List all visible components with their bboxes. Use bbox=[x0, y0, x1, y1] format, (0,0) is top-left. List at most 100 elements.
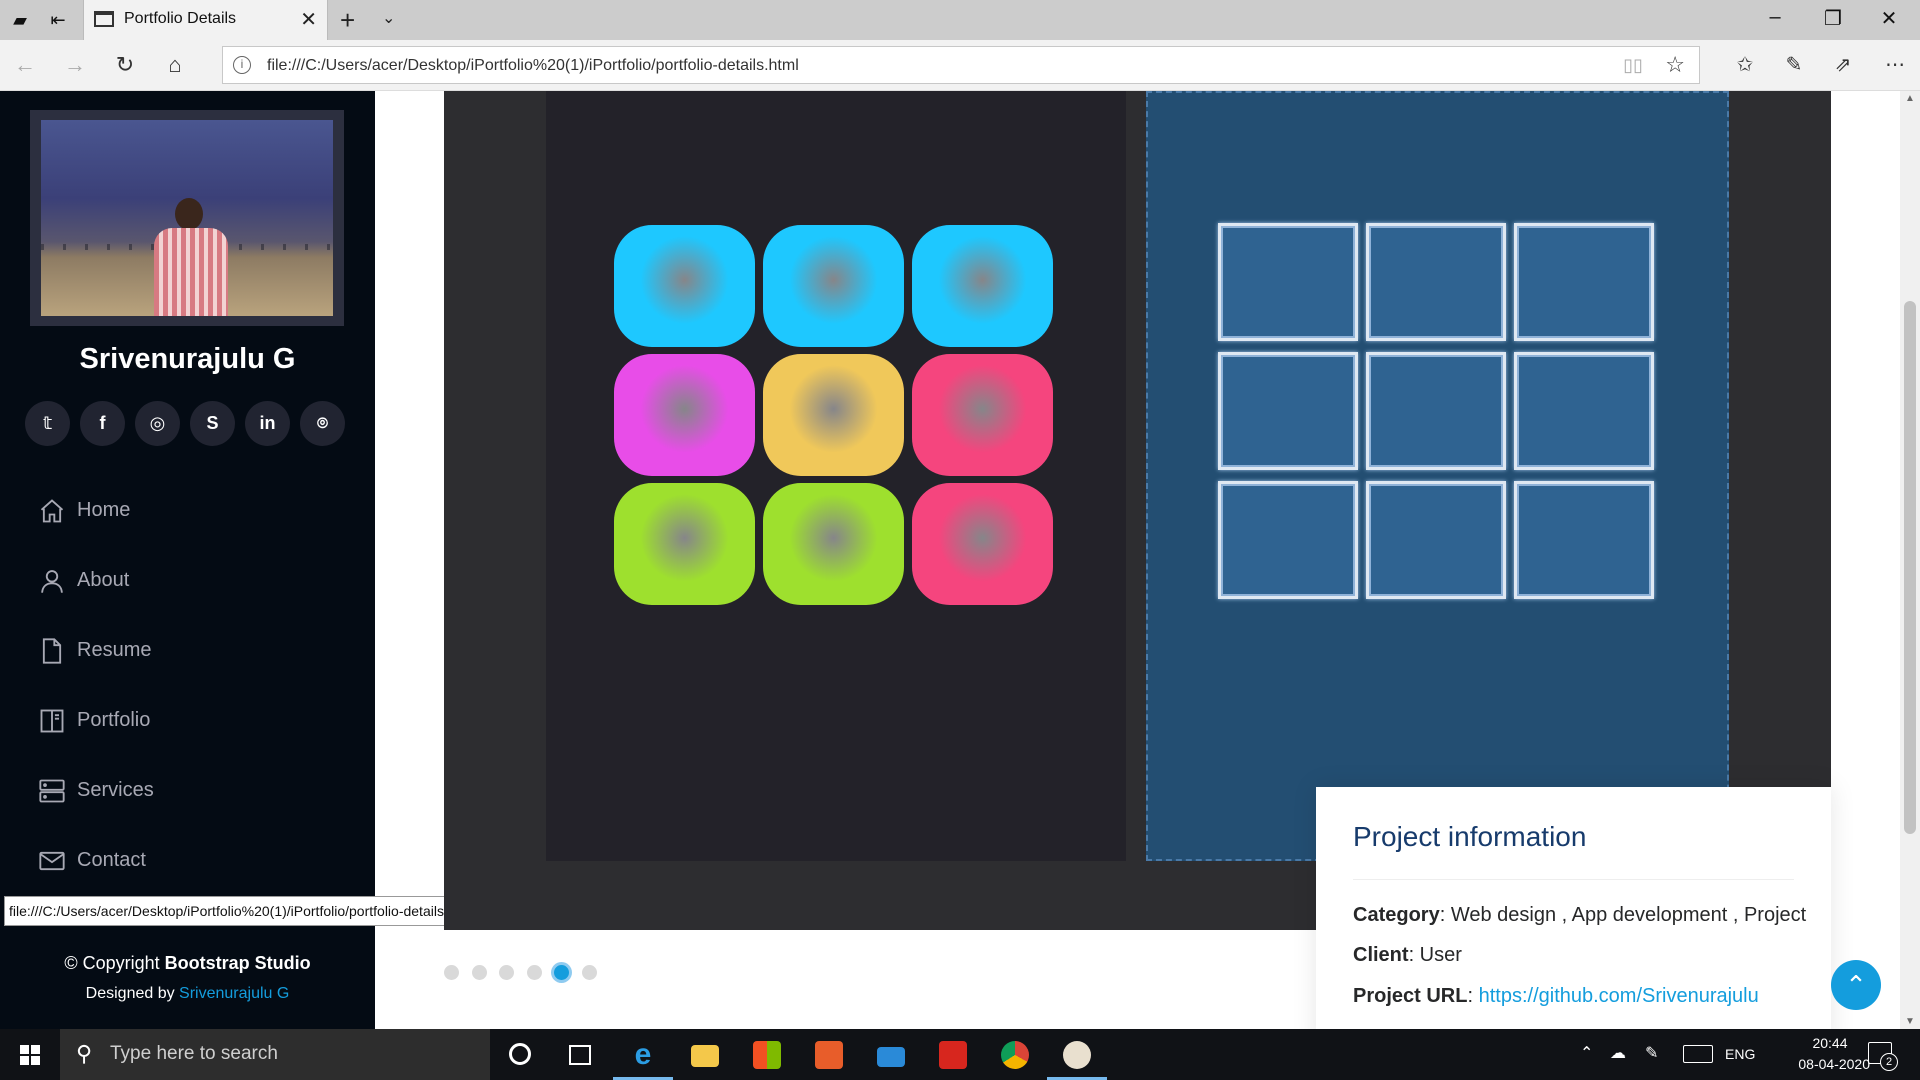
github-icon[interactable]: ⌾ bbox=[300, 401, 345, 446]
touch-keyboard-icon[interactable] bbox=[1683, 1045, 1713, 1063]
launchpad-pad bbox=[912, 483, 1053, 605]
address-bar: ← → ↻ ⌂ i file:///C:/Users/acer/Desktop/… bbox=[0, 40, 1920, 91]
restore-icon[interactable]: ❐ bbox=[1813, 6, 1853, 31]
book-icon bbox=[40, 709, 64, 733]
search-placeholder: Type here to search bbox=[110, 1043, 278, 1064]
pen-icon[interactable]: ✎ bbox=[1645, 1043, 1658, 1063]
edge-icon[interactable]: e bbox=[613, 1029, 673, 1080]
scroll-up-icon[interactable]: ▲ bbox=[1900, 93, 1920, 104]
blueprint-cell bbox=[1218, 481, 1358, 599]
launchpad-blueprint-image bbox=[1146, 91, 1729, 861]
back-to-top-button[interactable]: ⌃ bbox=[1831, 960, 1881, 1010]
carousel-dot[interactable] bbox=[554, 965, 569, 980]
reading-view-icon[interactable]: ▯▯ bbox=[1623, 55, 1643, 76]
nav-label: Services bbox=[77, 779, 154, 801]
tab-sets-icon[interactable]: ▰ bbox=[8, 8, 32, 32]
tray-expand-icon[interactable]: ⌃ bbox=[1580, 1043, 1593, 1063]
refresh-icon[interactable]: ↻ bbox=[110, 52, 140, 78]
favorite-star-icon[interactable]: ☆ bbox=[1665, 52, 1685, 78]
blueprint-cell bbox=[1366, 223, 1506, 341]
new-tab-icon[interactable]: + bbox=[340, 5, 355, 36]
file-explorer-icon[interactable] bbox=[675, 1029, 735, 1080]
cortana-icon[interactable] bbox=[490, 1029, 550, 1080]
info-icon[interactable]: i bbox=[233, 56, 251, 74]
close-tab-icon[interactable]: ✕ bbox=[300, 7, 317, 32]
windows-taskbar: ⚲ Type here to search e ⌃ ☁ ✎ ENG 20:44 … bbox=[0, 1029, 1920, 1080]
client-row: Client: User bbox=[1353, 944, 1462, 967]
store-icon[interactable] bbox=[737, 1029, 797, 1080]
pdf-reader-icon[interactable] bbox=[923, 1029, 983, 1080]
notes-pen-icon[interactable]: ✎ bbox=[1779, 52, 1809, 77]
presentation-app-icon[interactable] bbox=[799, 1029, 859, 1080]
carousel-dot[interactable] bbox=[499, 965, 514, 980]
instagram-icon[interactable]: ◎ bbox=[135, 401, 180, 446]
clock-time[interactable]: 20:44 bbox=[1790, 1035, 1870, 1051]
arrow-up-icon: ⌃ bbox=[1845, 970, 1867, 1000]
linkedin-icon[interactable]: in bbox=[245, 401, 290, 446]
envelope-icon bbox=[39, 851, 65, 871]
category-label: Category bbox=[1353, 904, 1440, 926]
profile-photo-frame bbox=[30, 110, 344, 326]
taskbar-search[interactable]: ⚲ Type here to search bbox=[60, 1029, 490, 1080]
chrome-icon[interactable] bbox=[985, 1029, 1045, 1080]
carousel-dot[interactable] bbox=[471, 965, 487, 980]
home-browser-icon[interactable]: ⌂ bbox=[160, 52, 190, 78]
blueprint-cell bbox=[1218, 223, 1358, 341]
url-text[interactable]: file:///C:/Users/acer/Desktop/iPortfolio… bbox=[267, 57, 799, 75]
scrollbar-thumb[interactable] bbox=[1904, 301, 1916, 834]
forward-icon[interactable]: → bbox=[60, 52, 90, 78]
task-view-glyph bbox=[569, 1045, 591, 1065]
window-close-icon[interactable]: ✕ bbox=[1869, 6, 1909, 31]
author-link[interactable]: Srivenurajulu G bbox=[179, 985, 289, 1002]
project-url-link[interactable]: https://github.com/Srivenurajulu bbox=[1479, 985, 1759, 1007]
divider bbox=[1353, 879, 1794, 880]
tabs-aside-icon[interactable]: ⇤ bbox=[46, 8, 70, 32]
carousel-dot[interactable] bbox=[581, 965, 597, 980]
task-view-icon[interactable] bbox=[550, 1029, 610, 1080]
launchpad-pad bbox=[763, 483, 904, 605]
clock-date[interactable]: 08-04-2020 bbox=[1770, 1056, 1870, 1072]
more-icon[interactable]: ⋯ bbox=[1880, 52, 1910, 77]
copyright-prefix: © Copyright bbox=[64, 953, 165, 973]
chevron-down-icon[interactable]: ⌄ bbox=[382, 8, 395, 28]
photo-person-body bbox=[154, 228, 228, 316]
carousel-dot[interactable] bbox=[444, 965, 459, 980]
home-icon bbox=[40, 499, 64, 523]
twitter-icon[interactable]: 𝕥 bbox=[25, 401, 70, 446]
back-icon[interactable]: ← bbox=[10, 52, 40, 78]
project-info-heading: Project information bbox=[1353, 821, 1587, 852]
project-info-card: Project information Category: Web design… bbox=[1316, 787, 1831, 1029]
launchpad-pad bbox=[614, 483, 755, 605]
copyright-text: © Copyright Bootstrap Studio bbox=[0, 953, 375, 974]
paint-icon[interactable] bbox=[1047, 1029, 1107, 1080]
minimize-icon[interactable]: – bbox=[1755, 6, 1795, 29]
credits-prefix: Designed by bbox=[85, 985, 180, 1002]
server-icon bbox=[39, 779, 65, 803]
sidebar: Srivenurajulu G 𝕥 f ◎ S in ⌾ Home About … bbox=[0, 91, 375, 1029]
skype-icon[interactable]: S bbox=[190, 401, 235, 446]
launchpad-pad bbox=[912, 354, 1053, 476]
mail-glyph bbox=[877, 1047, 905, 1067]
file-explorer-glyph bbox=[691, 1045, 719, 1067]
nav-label: Contact bbox=[77, 849, 146, 871]
search-icon: ⚲ bbox=[76, 1041, 93, 1066]
nav-label: Portfolio bbox=[77, 709, 151, 731]
user-icon bbox=[41, 570, 63, 593]
chrome-glyph bbox=[1001, 1041, 1029, 1069]
scroll-down-icon[interactable]: ▼ bbox=[1900, 1016, 1920, 1027]
carousel-dot[interactable] bbox=[526, 965, 542, 980]
url-field[interactable]: i file:///C:/Users/acer/Desktop/iPortfol… bbox=[222, 46, 1700, 84]
profile-name: Srivenurajulu G bbox=[79, 343, 296, 375]
mail-icon[interactable] bbox=[861, 1029, 921, 1080]
onedrive-icon[interactable]: ☁ bbox=[1610, 1043, 1626, 1063]
blueprint-cell bbox=[1218, 352, 1358, 470]
facebook-icon[interactable]: f bbox=[80, 401, 125, 446]
share-icon[interactable]: ⇗ bbox=[1828, 52, 1858, 77]
page-scrollbar[interactable]: ▲ ▼ bbox=[1900, 91, 1920, 1029]
language-indicator[interactable]: ENG bbox=[1725, 1046, 1755, 1062]
windows-start-icon[interactable] bbox=[10, 1040, 50, 1070]
browser-tab-bar: ▰ ⇤ Portfolio Details ✕ + ⌄ – ❐ ✕ bbox=[0, 0, 1920, 40]
tab-portfolio-details[interactable]: Portfolio Details ✕ bbox=[83, 0, 328, 40]
blueprint-cell bbox=[1366, 481, 1506, 599]
favorites-icon[interactable]: ✩ bbox=[1730, 52, 1760, 77]
